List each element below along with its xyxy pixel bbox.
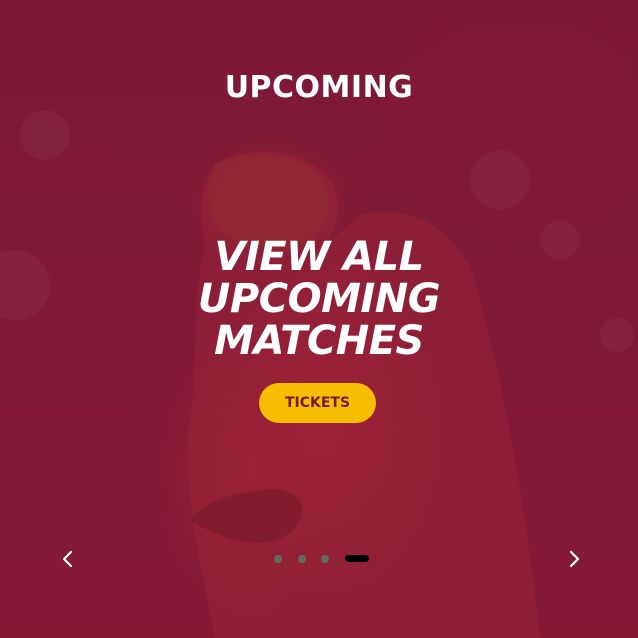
chevron-right-icon [569,550,580,568]
tickets-button[interactable]: TICKETS [259,383,376,423]
carousel-dot[interactable] [321,555,329,563]
headline-line: VIEW ALL [214,234,424,280]
carousel-dot[interactable] [298,555,306,563]
section-title: UPCOMING [224,70,414,105]
headline-line: MATCHES [214,318,424,364]
headline-line: UPCOMING [197,276,441,322]
carousel-dot[interactable] [274,555,282,563]
carousel-next-button[interactable] [559,544,589,574]
carousel-pagination [0,553,638,565]
carousel-dot-active[interactable] [345,555,369,562]
slide-headline: VIEW ALL UPCOMING MATCHES [0,236,638,362]
